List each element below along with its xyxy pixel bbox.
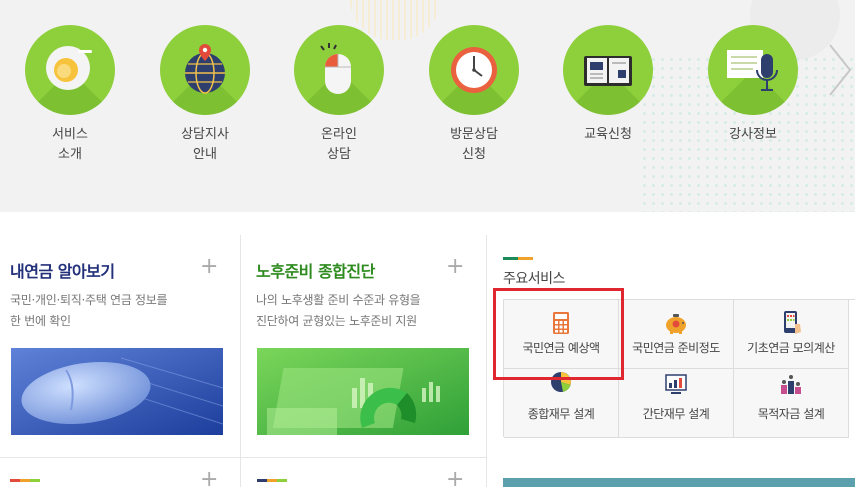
book-icon [584,56,632,86]
service-label: 목적자금 설계 [757,407,825,421]
divider [486,235,487,487]
instructor-info-link[interactable]: 강사정보 [703,25,803,145]
online-consult-link[interactable]: 온라인상담 [289,25,389,165]
calculator-icon [553,312,569,334]
section-accent-bar [10,479,40,482]
service-label: 간단재무 설계 [642,407,710,421]
globe-pin-icon [185,44,225,94]
section-accent-bar [257,479,287,482]
card-title: 내연금 알아보기 [10,262,115,281]
service-label: 온라인 [321,127,357,142]
plus-icon[interactable]: + [200,256,218,278]
card-title: 노후준비 종합진단 [256,262,375,281]
service-label: 국민연금 예상액 [522,341,600,355]
service-label: 신청 [462,147,486,162]
service-label: 안내 [193,147,217,162]
my-pension-card[interactable]: 내연금 알아보기 + 국민·개인·퇴직·주택 연금 정보를 한 번에 확인 [0,235,240,457]
plus-icon[interactable]: + [446,469,464,487]
mouse-photo [11,348,223,435]
podium-icon [781,375,801,394]
service-pension-estimate[interactable]: 국민연금 예상액 [504,300,619,369]
card-description: 국민·개인·퇴직·주택 연금 정보를 한 번에 확인 [10,293,168,328]
service-label: 상담지사 [181,127,229,142]
service-simple-finance[interactable]: 간단재무 설계 [619,369,734,438]
banner-strip [503,478,855,487]
main-services-grid: 국민연금 예상액 국민연금 준비정도 기초연금 모의계산 종합재무 설계 간단재… [503,299,855,438]
visit-consult-link[interactable]: 방문상담신청 [424,25,524,165]
service-label: 소개 [58,147,82,162]
branch-info-link[interactable]: 상담지사안내 [155,25,255,165]
service-label: 교육신청 [584,127,632,142]
plate-icon [46,46,92,90]
bar-chart-icon [665,374,687,394]
piggy-bank-icon [666,314,686,334]
service-shortcut-band: 서비스 소개 상담지사 안내 온라인 상담 방문상담 신청 교육신청 강사정보 [0,0,855,212]
service-basic-pension-sim[interactable]: 기초연금 모의계산 [734,300,849,369]
pie-chart-icon [551,372,571,392]
service-label: 기초연금 모의계산 [747,341,835,355]
service-label: 서비스 [52,127,88,142]
microphone-icon [727,50,778,91]
education-apply-link[interactable]: 교육신청 [558,25,658,145]
main-services-title: 주요서비스 [503,271,565,287]
divider [240,235,241,487]
service-label: 종합재무 설계 [527,407,595,421]
retirement-diagnosis-card[interactable]: 노후준비 종합진단 + 나의 노후생활 준비 수준과 유형을 진단하여 균형있는 … [246,235,486,457]
section-accent-bar [503,257,533,260]
mouse-icon [320,43,351,94]
service-label: 상담 [327,147,351,162]
service-label: 강사정보 [729,127,777,142]
chevron-right-icon[interactable] [827,40,853,100]
service-pension-readiness[interactable]: 국민연금 준비정도 [619,300,734,369]
service-comprehensive-finance[interactable]: 종합재무 설계 [504,369,619,438]
clock-icon [451,47,497,93]
card-description: 나의 노후생활 준비 수준과 유형을 진단하여 균형있는 노후준비 지원 [256,293,421,328]
service-label: 방문상담 [450,127,498,142]
phone-calc-icon [784,311,801,334]
chart-photo [257,348,469,435]
service-purpose-fund[interactable]: 목적자금 설계 [734,369,849,438]
plus-icon[interactable]: + [446,256,464,278]
service-intro-link[interactable]: 서비스소개 [20,25,120,165]
plus-icon[interactable]: + [200,469,218,487]
service-label: 국민연금 준비정도 [632,341,720,355]
divider [0,457,487,458]
